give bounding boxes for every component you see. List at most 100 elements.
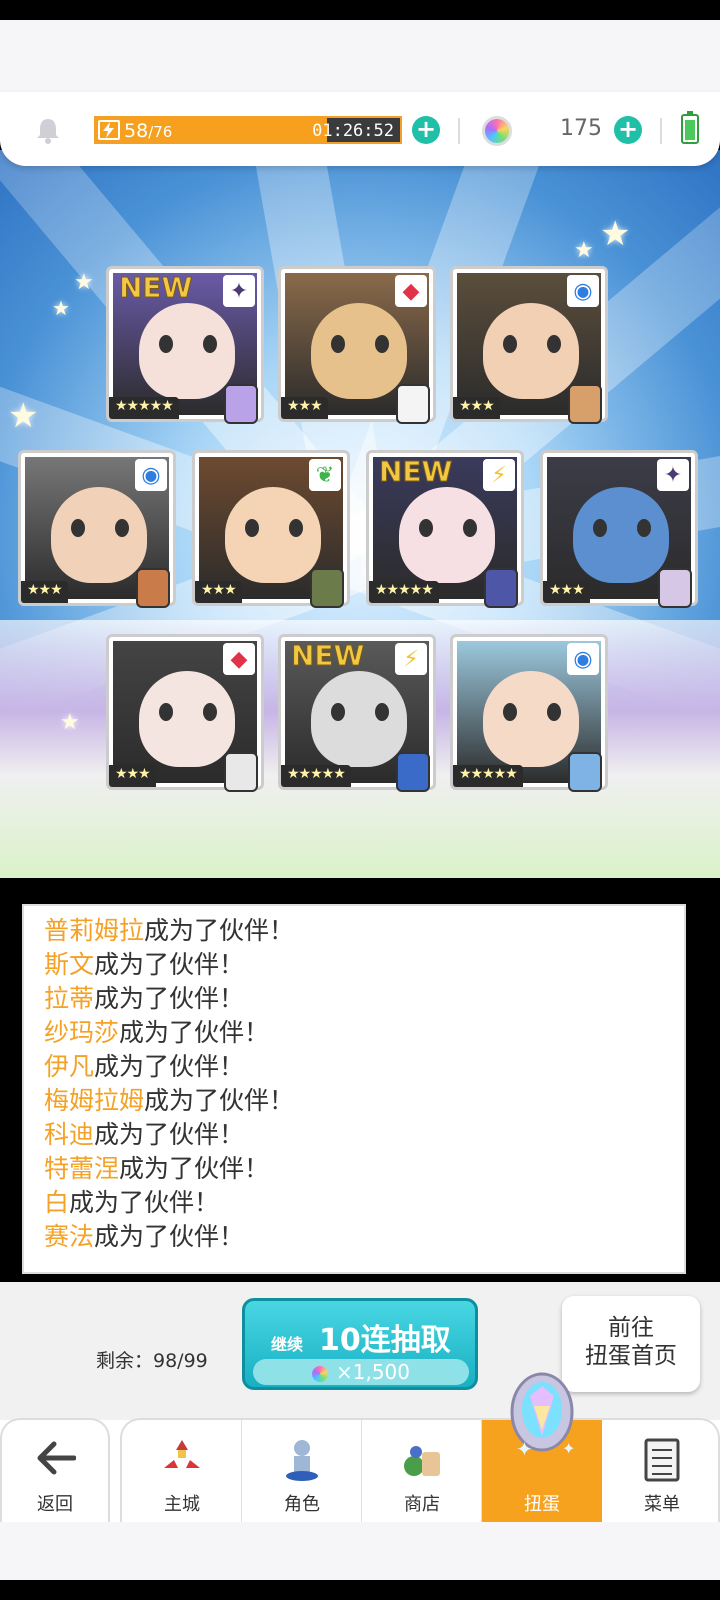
log-text: 成为了伙伴！ [94, 1052, 245, 1081]
character-statue-icon [286, 1440, 318, 1481]
sparkle-icon: ★ [74, 270, 94, 295]
add-stamina-button[interactable]: + [412, 116, 440, 144]
log-line: 科迪成为了伙伴！ [24, 1118, 684, 1152]
rarity-stars: ★★★★★ [109, 397, 179, 419]
stamina-value: 58/76 [124, 120, 172, 142]
log-text: 成为了伙伴！ [94, 1222, 245, 1251]
sparkle-icon: ★ [52, 296, 70, 320]
stamina-current: 58 [124, 120, 149, 142]
pixel-sprite-icon [568, 384, 602, 424]
rarity-stars: ★★★ [453, 397, 500, 419]
gacha-mirror-icon: ✦ ✦ [510, 1372, 575, 1461]
castle-icon [164, 1440, 200, 1468]
element-icon: ◉ [567, 275, 599, 307]
new-badge: NEW [118, 271, 193, 305]
pixel-sprite-icon [136, 568, 170, 608]
tab-characters[interactable]: 角色 [242, 1420, 362, 1524]
top-spacer [0, 20, 720, 100]
log-line: 白成为了伙伴！ [24, 1186, 684, 1220]
main-tabs: 主城 角色 商店 ✦ ✦ 扭蛋 菜单 [120, 1372, 720, 1524]
tab-menu[interactable]: 菜单 [602, 1420, 720, 1524]
pixel-sprite-icon [484, 568, 518, 608]
log-text: 成为了伙伴！ [119, 1154, 270, 1183]
svg-text:✦: ✦ [562, 1439, 575, 1458]
log-line: 纱玛莎成为了伙伴！ [24, 1016, 684, 1050]
element-icon: ❦ [309, 459, 341, 491]
element-icon: ✦ [223, 275, 255, 307]
log-line: 赛法成为了伙伴！ [24, 1220, 684, 1254]
character-name: 伊凡 [44, 1052, 95, 1081]
bottom-nav: 返回 主城 角色 商店 ✦ ✦ 扭蛋 菜单 [0, 1372, 720, 1524]
log-line: 拉蒂成为了伙伴！ [24, 982, 684, 1016]
character-name: 梅姆拉姆 [44, 1086, 145, 1115]
stamina-timer: 01:26:52 [312, 121, 394, 141]
log-text: 成为了伙伴！ [119, 1018, 270, 1047]
rarity-stars: ★★★ [543, 581, 590, 603]
tab-shop-label: 商店 [404, 1494, 440, 1515]
log-text: 成为了伙伴！ [94, 984, 245, 1013]
pull-cost: ×1,500 [253, 1359, 469, 1385]
pixel-sprite-icon [568, 752, 602, 792]
tab-shop[interactable]: 商店 [362, 1420, 482, 1524]
element-icon: ⚡ [483, 459, 515, 491]
pull-10-button[interactable]: 继续 10连抽取 ×1,500 [242, 1298, 478, 1390]
log-text: 成为了伙伴！ [94, 950, 245, 979]
pull-cost-value: ×1,500 [335, 1360, 410, 1384]
tab-gacha-label: 扭蛋 [524, 1494, 560, 1515]
notification-bell-icon[interactable] [34, 116, 62, 144]
remaining-pulls: 剩余：98/99 [96, 1350, 208, 1372]
log-line: 普莉姆拉成为了伙伴！ [24, 914, 684, 948]
stamina-bar: 58/76 01:26:52 [94, 116, 402, 144]
log-text: 成为了伙伴！ [69, 1188, 220, 1217]
tab-menu-label: 菜单 [644, 1494, 680, 1515]
element-icon: ◆ [223, 643, 255, 675]
system-nav-bar [0, 1580, 720, 1600]
tab-town[interactable]: 主城 [122, 1420, 242, 1524]
character-name: 科迪 [44, 1120, 95, 1149]
rarity-stars: ★★★★★ [369, 581, 439, 603]
pixel-sprite-icon [224, 384, 258, 424]
character-name: 普莉姆拉 [44, 916, 145, 945]
rarity-stars: ★★★ [195, 581, 242, 603]
result-log-panel[interactable]: 普莉姆拉成为了伙伴！ 斯文成为了伙伴！ 拉蒂成为了伙伴！ 纱玛莎成为了伙伴！ 伊凡成为了… [22, 904, 686, 1274]
log-text: 成为了伙伴！ [144, 916, 295, 945]
gacha-result-scene: ★ ★ ★ ★ ★ ★ ✦ NEW ★★★★★ ◆ ★★★ ◉ ★★★ ◉ ★★★ ❦ ★★★ ⚡ NE… [0, 150, 720, 878]
pixel-sprite-icon [224, 752, 258, 792]
stamina-max: /76 [148, 123, 173, 141]
log-line: 特蕾涅成为了伙伴！ [24, 1152, 684, 1186]
add-gem-button[interactable]: + [614, 116, 642, 144]
rarity-stars: ★★★ [281, 397, 328, 419]
log-text: 成为了伙伴！ [94, 1120, 245, 1149]
back-button[interactable]: 返回 [0, 1418, 110, 1524]
sparkle-icon: ★ [574, 238, 594, 263]
character-name: 特蕾涅 [44, 1154, 120, 1183]
continue-label: 继续 [271, 1335, 304, 1354]
rarity-stars: ★★★ [109, 765, 156, 787]
pixel-sprite-icon [396, 384, 430, 424]
sparkle-icon: ★ [600, 214, 631, 254]
tab-characters-label: 角色 [284, 1494, 320, 1515]
status-bar [0, 0, 720, 20]
element-icon: ◉ [135, 459, 167, 491]
rarity-stars: ★★★★★ [281, 765, 351, 787]
rarity-stars: ★★★★★ [453, 765, 523, 787]
character-name: 赛法 [44, 1222, 95, 1251]
tab-gacha[interactable]: ✦ ✦ 扭蛋 [482, 1372, 602, 1524]
resource-hud: 58/76 01:26:52 + 175 + [0, 92, 720, 166]
gem-icon [311, 1365, 328, 1382]
log-text: 成为了伙伴！ [144, 1086, 295, 1115]
sparkle-icon: ★ [8, 396, 39, 436]
pixel-sprite-icon [658, 568, 692, 608]
back-label: 返回 [37, 1494, 73, 1515]
pixel-sprite-icon [310, 568, 344, 608]
element-icon: ⚡ [395, 643, 427, 675]
log-line: 梅姆拉姆成为了伙伴！ [24, 1084, 684, 1118]
nav-footer [0, 1522, 720, 1580]
pull-10-label: 10连抽取 [319, 1323, 451, 1358]
svg-text:✦: ✦ [516, 1437, 533, 1461]
gacha-home-line1: 前往 [608, 1315, 654, 1341]
battery-icon [681, 111, 699, 144]
new-badge: NEW [378, 455, 453, 489]
pixel-sprite-icon [396, 752, 430, 792]
tab-town-label: 主城 [164, 1494, 200, 1515]
